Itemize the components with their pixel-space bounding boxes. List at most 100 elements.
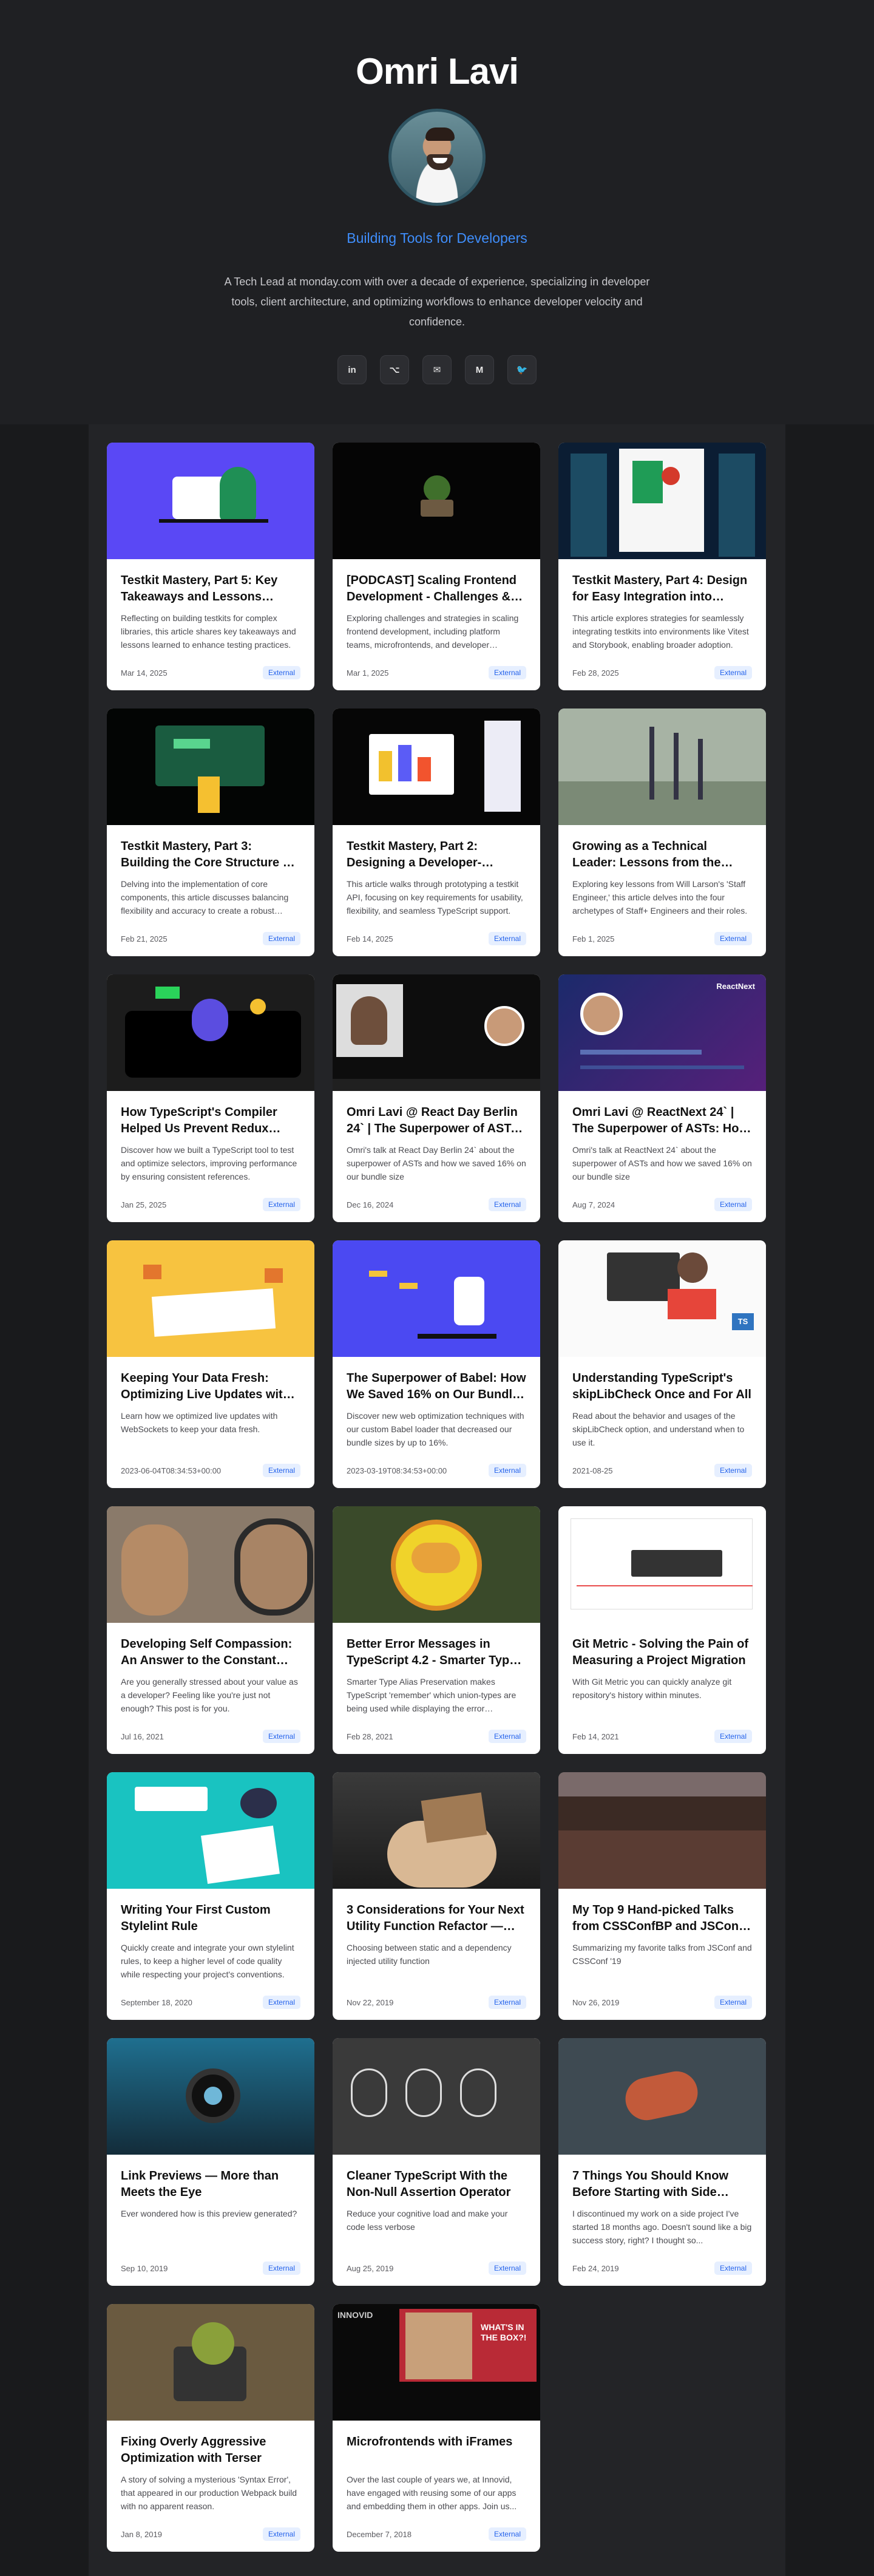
post-title[interactable]: Testkit Mastery, Part 2: Designing a Dev… <box>347 838 526 871</box>
post-date: Sep 10, 2019 <box>121 2263 168 2273</box>
post-thumbnail: INNOVID WHAT'S IN THE BOX?! <box>333 2304 540 2421</box>
post-date: Feb 28, 2021 <box>347 1731 393 1741</box>
post-thumbnail <box>333 1506 540 1623</box>
post-thumbnail <box>333 709 540 825</box>
post-thumbnail <box>107 974 314 1091</box>
post-title[interactable]: [PODCAST] Scaling Frontend Development -… <box>347 573 526 605</box>
post-date: Feb 24, 2019 <box>572 2263 619 2273</box>
post-card[interactable]: My Top 9 Hand-picked Talks from CSSConfB… <box>558 1772 766 2020</box>
twitter-icon[interactable]: 🐦 <box>507 355 537 384</box>
post-card[interactable]: 7 Things You Should Know Before Starting… <box>558 2038 766 2286</box>
external-badge: External <box>262 666 300 679</box>
post-card[interactable]: Omri Lavi @ React Day Berlin 24` | The S… <box>333 974 540 1222</box>
post-date: December 7, 2018 <box>347 2529 412 2539</box>
post-title[interactable]: Omri Lavi @ ReactNext 24` | The Superpow… <box>572 1104 752 1137</box>
post-thumbnail <box>107 2038 314 2155</box>
post-description: Summarizing my favorite talks from JSCon… <box>572 1943 752 1966</box>
posts-section: Testkit Mastery, Part 5: Key Takeaways a… <box>89 424 785 2576</box>
post-card[interactable]: Testkit Mastery, Part 4: Design for Easy… <box>558 443 766 690</box>
post-card[interactable]: Link Previews — More than Meets the Eye E… <box>107 2038 314 2286</box>
post-description: Omri's talk at React Day Berlin 24` abou… <box>347 1145 526 1181</box>
post-title[interactable]: Link Previews — More than Meets the Eye <box>121 2168 300 2201</box>
profile-header: Omri Lavi Building Tools for Developers … <box>0 0 874 424</box>
post-thumbnail: TS <box>558 1240 766 1357</box>
post-thumbnail: ReactNext <box>558 974 766 1091</box>
post-card[interactable]: Fixing Overly Aggressive Optimization wi… <box>107 2304 314 2552</box>
post-card[interactable]: The Superpower of Babel: How We Saved 16… <box>333 1240 540 1488</box>
post-title[interactable]: Git Metric - Solving the Pain of Measuri… <box>572 1636 752 1669</box>
post-title[interactable]: Writing Your First Custom Stylelint Rule <box>121 1902 300 1935</box>
linkedin-icon[interactable]: in <box>337 355 367 384</box>
post-title[interactable]: Omri Lavi @ React Day Berlin 24` | The S… <box>347 1104 526 1137</box>
post-card[interactable]: Writing Your First Custom Stylelint Rule… <box>107 1772 314 2020</box>
post-description: Are you generally stressed about your va… <box>121 1677 298 1713</box>
external-badge: External <box>488 1464 526 1477</box>
github-icon[interactable]: ⌥ <box>380 355 409 384</box>
post-date: 2023-06-04T08:34:53+00:00 <box>121 1466 222 1475</box>
post-card[interactable]: Keeping Your Data Fresh: Optimizing Live… <box>107 1240 314 1488</box>
external-badge: External <box>488 932 526 945</box>
post-description: Exploring challenges and strategies in s… <box>347 613 519 650</box>
post-description: Discover how we built a TypeScript tool … <box>121 1145 297 1181</box>
post-title[interactable]: How TypeScript's Compiler Helped Us Prev… <box>121 1104 300 1137</box>
post-title[interactable]: Fixing Overly Aggressive Optimization wi… <box>121 2434 300 2467</box>
post-card[interactable]: Testkit Mastery, Part 5: Key Takeaways a… <box>107 443 314 690</box>
post-thumbnail <box>107 709 314 825</box>
post-card[interactable]: TS Understanding TypeScript's skipLibChec… <box>558 1240 766 1488</box>
post-thumbnail <box>333 1772 540 1889</box>
post-card[interactable]: Cleaner TypeScript With the Non-Null Ass… <box>333 2038 540 2286</box>
post-title[interactable]: Testkit Mastery, Part 3: Building the Co… <box>121 838 300 871</box>
avatar <box>388 109 486 206</box>
post-title[interactable]: Understanding TypeScript's skipLibCheck … <box>572 1370 752 1403</box>
external-badge: External <box>262 932 300 945</box>
post-thumbnail <box>558 2038 766 2155</box>
external-badge: External <box>714 2262 752 2275</box>
medium-icon[interactable]: M <box>465 355 494 384</box>
post-title[interactable]: The Superpower of Babel: How We Saved 16… <box>347 1370 526 1403</box>
post-title[interactable]: 7 Things You Should Know Before Starting… <box>572 2168 752 2201</box>
post-card[interactable]: [PODCAST] Scaling Frontend Development -… <box>333 443 540 690</box>
post-title[interactable]: Testkit Mastery, Part 4: Design for Easy… <box>572 573 752 605</box>
post-title[interactable]: Keeping Your Data Fresh: Optimizing Live… <box>121 1370 300 1403</box>
post-title[interactable]: My Top 9 Hand-picked Talks from CSSConfB… <box>572 1902 752 1935</box>
post-title[interactable]: 3 Considerations for Your Next Utility F… <box>347 1902 526 1935</box>
post-card[interactable]: ReactNext Omri Lavi @ ReactNext 24` | The… <box>558 974 766 1222</box>
post-thumbnail <box>333 1240 540 1357</box>
post-date: Mar 1, 2025 <box>347 668 389 678</box>
post-title[interactable]: Better Error Messages in TypeScript 4.2 … <box>347 1636 526 1669</box>
post-card[interactable]: 3 Considerations for Your Next Utility F… <box>333 1772 540 2020</box>
post-title[interactable]: Testkit Mastery, Part 5: Key Takeaways a… <box>121 573 300 605</box>
external-badge: External <box>714 1464 752 1477</box>
email-icon[interactable]: ✉ <box>422 355 452 384</box>
social-links: in ⌥ ✉ M 🐦 <box>0 355 874 384</box>
post-card[interactable]: Growing as a Technical Leader: Lessons f… <box>558 709 766 956</box>
post-title[interactable]: Cleaner TypeScript With the Non-Null Ass… <box>347 2168 526 2201</box>
external-badge: External <box>262 2262 300 2275</box>
post-card[interactable]: Testkit Mastery, Part 3: Building the Co… <box>107 709 314 956</box>
post-card[interactable]: INNOVID WHAT'S IN THE BOX?! Microfrontends… <box>333 2304 540 2552</box>
post-card[interactable]: How TypeScript's Compiler Helped Us Prev… <box>107 974 314 1222</box>
post-card[interactable]: Testkit Mastery, Part 2: Designing a Dev… <box>333 709 540 956</box>
external-badge: External <box>714 932 752 945</box>
post-card[interactable]: Git Metric - Solving the Pain of Measuri… <box>558 1506 766 1754</box>
post-thumbnail <box>333 974 540 1091</box>
post-thumbnail <box>107 1506 314 1623</box>
post-date: September 18, 2020 <box>121 1997 192 2007</box>
external-badge: External <box>714 666 752 679</box>
post-title[interactable]: Growing as a Technical Leader: Lessons f… <box>572 838 752 871</box>
external-badge: External <box>488 1730 526 1743</box>
profile-bio: A Tech Lead at monday.com with over a de… <box>224 276 650 328</box>
post-thumbnail <box>333 443 540 559</box>
post-card[interactable]: Better Error Messages in TypeScript 4.2 … <box>333 1506 540 1754</box>
post-title[interactable]: Developing Self Compassion: An Answer to… <box>121 1636 300 1669</box>
post-date: Jan 8, 2019 <box>121 2529 162 2539</box>
external-badge: External <box>262 2527 300 2541</box>
external-badge: External <box>488 2262 526 2275</box>
post-date: Nov 22, 2019 <box>347 1997 394 2007</box>
external-badge: External <box>714 1730 752 1743</box>
post-date: Feb 14, 2025 <box>347 934 393 943</box>
post-card[interactable]: Developing Self Compassion: An Answer to… <box>107 1506 314 1754</box>
post-thumbnail <box>107 2304 314 2421</box>
post-date: Jan 25, 2025 <box>121 1200 167 1209</box>
post-title[interactable]: Microfrontends with iFrames <box>347 2434 526 2467</box>
